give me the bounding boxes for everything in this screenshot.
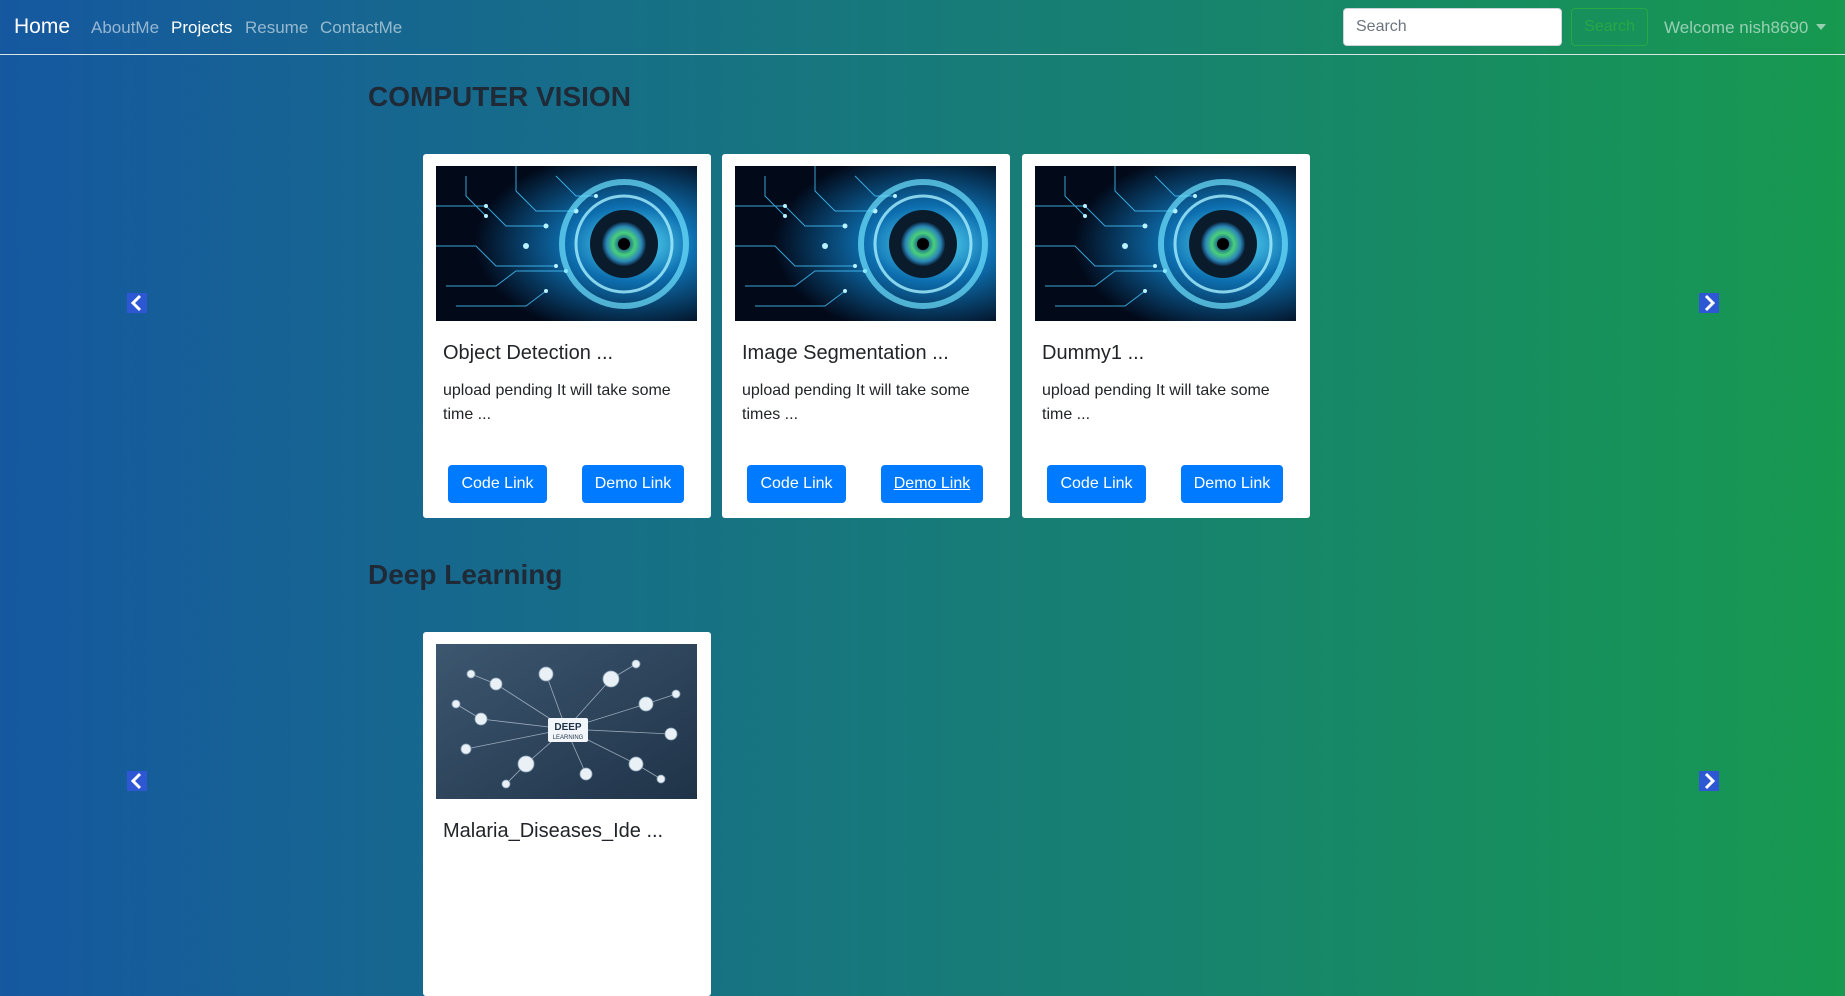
demo-link-button[interactable]: Demo Link bbox=[582, 465, 684, 503]
project-card: DEEP LEARNING Malaria_Diseases_Ide ... bbox=[423, 632, 711, 996]
card-title: Image Segmentation ... bbox=[742, 342, 949, 364]
card-text: upload pending It will take some time ..… bbox=[1042, 382, 1270, 423]
search-button[interactable]: Search bbox=[1571, 8, 1648, 46]
welcome-label: Welcome nish8690 bbox=[1664, 18, 1809, 37]
chevron-right-icon bbox=[1704, 294, 1716, 312]
demo-link-button[interactable]: Demo Link bbox=[881, 465, 983, 503]
card-text: upload pending It will take some times .… bbox=[742, 382, 970, 423]
project-card: Image Segmentation ... upload pending It… bbox=[722, 154, 1010, 518]
deep-label: DEEP bbox=[554, 722, 582, 733]
project-card: Object Detection ... upload pending It w… bbox=[423, 154, 711, 518]
card-title: Dummy1 ... bbox=[1042, 342, 1145, 364]
learning-label: LEARNING bbox=[553, 735, 584, 741]
carousel-next-button[interactable] bbox=[1699, 771, 1719, 791]
carousel-prev-button[interactable] bbox=[127, 293, 147, 313]
nav-link-aboutme[interactable]: AboutMe bbox=[91, 18, 159, 38]
chevron-left-icon bbox=[130, 294, 142, 312]
demo-link-button[interactable]: Demo Link bbox=[1181, 465, 1283, 503]
project-card: Dummy1 ... upload pending It will take s… bbox=[1022, 154, 1310, 518]
section-title-computer-vision: COMPUTER VISION bbox=[368, 81, 631, 112]
carousel-next-button[interactable] bbox=[1699, 293, 1719, 313]
search-input[interactable] bbox=[1343, 8, 1562, 46]
chevron-right-icon bbox=[1704, 772, 1716, 790]
card-image bbox=[436, 166, 697, 321]
code-link-button[interactable]: Code Link bbox=[1047, 465, 1146, 503]
code-link-button[interactable]: Code Link bbox=[448, 465, 547, 503]
nav-link-resume[interactable]: Resume bbox=[245, 18, 308, 38]
card-image: DEEP LEARNING bbox=[436, 644, 697, 799]
card-image bbox=[735, 166, 996, 321]
navbar: Home AboutMe Projects Resume ContactMe S… bbox=[0, 0, 1845, 55]
nav-link-contactme[interactable]: ContactMe bbox=[320, 18, 402, 38]
nav-link-projects[interactable]: Projects bbox=[171, 18, 232, 38]
section-title-deep-learning: Deep Learning bbox=[368, 559, 563, 590]
carousel-prev-button[interactable] bbox=[127, 771, 147, 791]
caret-down-icon bbox=[1816, 24, 1827, 30]
card-title: Object Detection ... bbox=[443, 342, 614, 364]
home-link[interactable]: Home bbox=[14, 15, 70, 39]
card-image bbox=[1035, 166, 1296, 321]
code-link-button[interactable]: Code Link bbox=[747, 465, 846, 503]
chevron-left-icon bbox=[130, 772, 142, 790]
card-text: upload pending It will take some time ..… bbox=[443, 382, 671, 423]
user-dropdown[interactable]: Welcome nish8690 bbox=[1664, 18, 1827, 38]
card-title: Malaria_Diseases_Ide ... bbox=[443, 820, 664, 842]
